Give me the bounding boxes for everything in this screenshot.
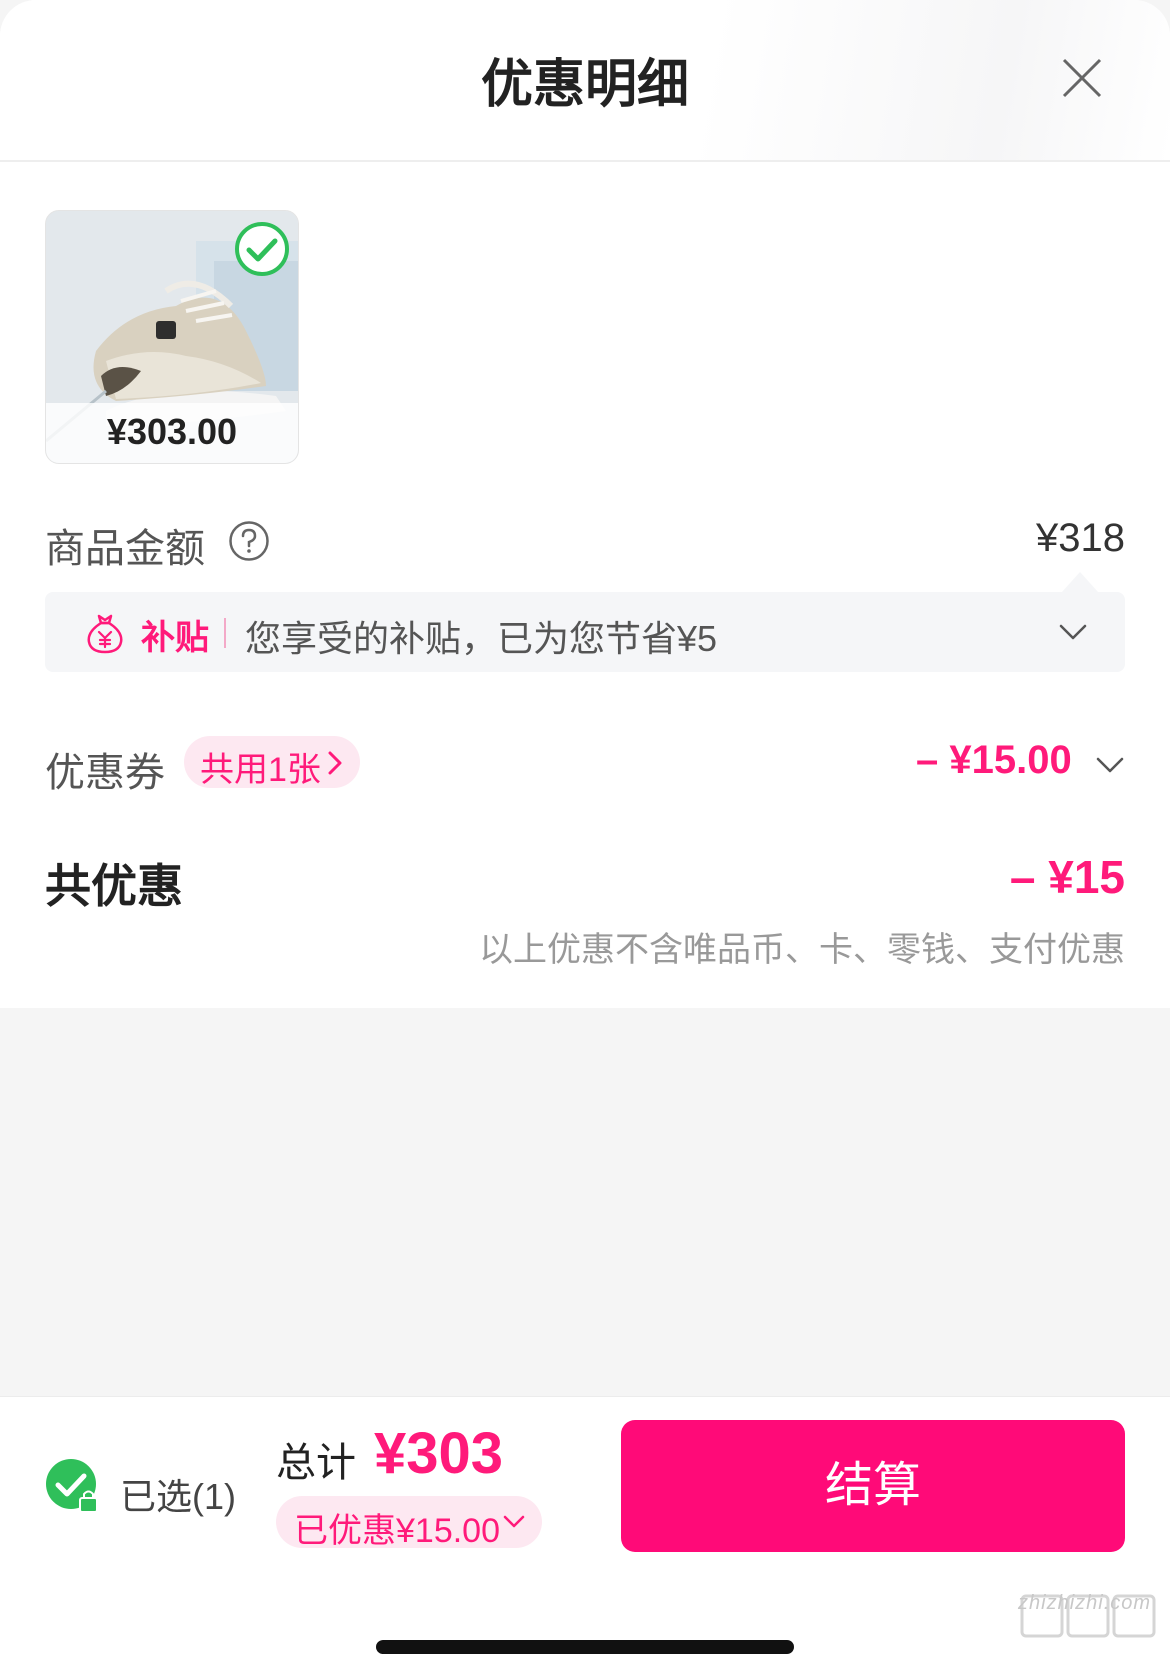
help-icon[interactable] [228, 520, 270, 562]
checkout-button[interactable]: 结算 [621, 1420, 1125, 1552]
product-thumbnail[interactable]: ¥303.00 [45, 210, 299, 464]
chevron-down-icon[interactable] [1094, 752, 1126, 778]
total-discount-value: – ¥15 [1009, 851, 1125, 903]
home-indicator[interactable] [376, 1640, 794, 1654]
close-icon[interactable] [1058, 54, 1106, 102]
chevron-down-icon [503, 1515, 525, 1528]
sheet-title: 优惠明细 [480, 56, 689, 114]
product-price: ¥303.00 [106, 411, 238, 452]
watermark-text: zhizhizhi.com [1018, 1592, 1152, 1614]
discount-pill-label: 已优惠¥15.00 [294, 1512, 500, 1550]
total-discount-label: 共优惠 [45, 860, 183, 912]
selected-check-icon[interactable] [234, 221, 290, 277]
goods-amount-label: 商品金额 [45, 527, 205, 571]
subsidy-tag: 补贴 [141, 619, 209, 657]
sheet-header: 优惠明细 [0, 0, 1170, 162]
discount-note: 以上优惠不含唯品币、卡、零钱、支付优惠 [479, 931, 1125, 969]
discount-summary-pill[interactable]: 已优惠¥15.00 [276, 1496, 542, 1550]
chevron-down-icon[interactable] [1057, 618, 1089, 646]
coupon-value[interactable]: – ¥15.00 [916, 738, 1072, 783]
total-label: 总计 [276, 1441, 356, 1485]
goods-amount-value: ¥318 [1036, 516, 1125, 560]
subsidy-divider [224, 618, 226, 648]
total-value: ¥303 [374, 1421, 504, 1486]
chevron-right-icon [328, 751, 342, 775]
money-bag-icon [87, 614, 123, 654]
select-all-check-icon[interactable] [45, 1458, 105, 1516]
selected-count: 已选(1) [120, 1476, 236, 1517]
coupon-label: 优惠券 [45, 751, 165, 795]
subsidy-pointer [1062, 572, 1098, 592]
subsidy-text: 您享受的补贴，已为您节省¥5 [245, 618, 718, 659]
coupon-chip-label: 共用1张 [200, 751, 321, 789]
coupon-count-chip[interactable]: 共用1张 [184, 736, 360, 789]
subsidy-bar[interactable]: 补贴 您享受的补贴，已为您节省¥5 [45, 592, 1125, 672]
